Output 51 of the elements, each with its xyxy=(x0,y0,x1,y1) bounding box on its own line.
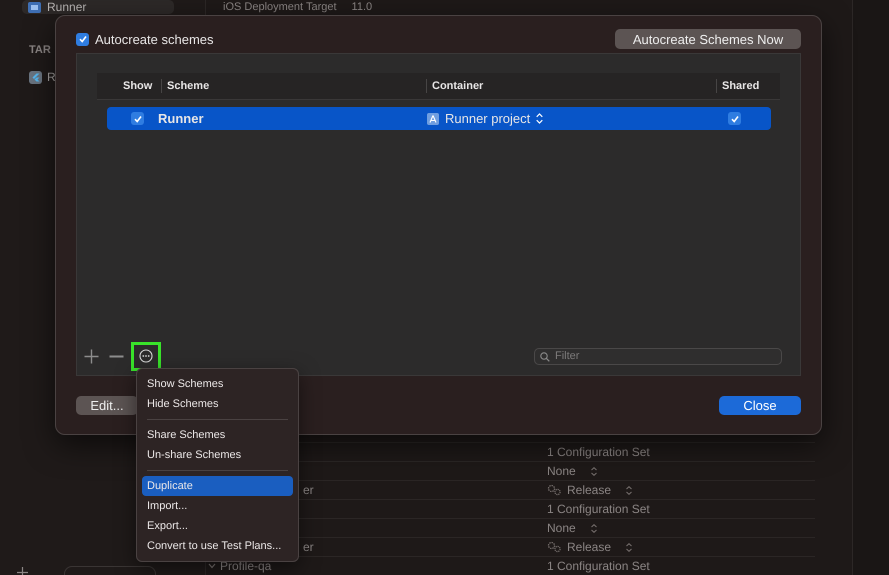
checkbox-label: Autocreate schemes xyxy=(95,32,214,46)
autocreate-now-button[interactable]: Autocreate Schemes Now xyxy=(615,29,801,49)
target-item[interactable]: R xyxy=(47,70,56,84)
value-text: 1 Configuration Set xyxy=(547,445,650,459)
add-icon[interactable] xyxy=(17,566,28,575)
checkbox[interactable] xyxy=(76,32,89,46)
flutter-icon xyxy=(29,70,42,84)
menu-item[interactable]: Hide Schemes xyxy=(142,394,293,414)
updown-icon xyxy=(590,466,597,476)
checkbox[interactable] xyxy=(131,112,144,125)
gears-icon xyxy=(547,484,562,496)
updown-icon xyxy=(536,113,544,124)
menu-item[interactable]: Export... xyxy=(142,516,293,536)
setting-name: iOS Deployment Target xyxy=(223,1,337,13)
column-header[interactable]: Shared xyxy=(716,79,780,93)
updown-icon xyxy=(626,486,632,494)
updown-icon xyxy=(590,524,597,532)
row-label: Profile-qa xyxy=(220,559,272,573)
popup-button[interactable]: None xyxy=(547,521,576,535)
filter-field[interactable]: Filter xyxy=(534,348,782,364)
popup-button[interactable]: Release xyxy=(567,483,612,497)
value-text: 1 Configuration Set xyxy=(547,559,650,573)
column-header[interactable]: Show xyxy=(97,79,161,93)
updown-icon xyxy=(626,542,632,552)
project-item[interactable]: Runner xyxy=(22,0,174,14)
menu-item[interactable]: Convert to use Test Plans... xyxy=(142,536,293,556)
menu-item[interactable]: Show Schemes xyxy=(142,374,293,394)
menu-item[interactable]: Un-share Schemes xyxy=(142,445,293,465)
app-icon xyxy=(28,2,41,12)
column-header[interactable]: Container xyxy=(426,79,716,93)
container-popup[interactable]: Runner project xyxy=(445,111,530,126)
menu-item[interactable]: Share Schemes xyxy=(142,425,293,445)
close-button[interactable]: Close xyxy=(719,396,801,415)
more-icon[interactable] xyxy=(139,349,153,363)
checkbox[interactable] xyxy=(728,112,741,125)
popup-button[interactable]: None xyxy=(547,464,576,478)
scheme-row[interactable]: Runner Runner project xyxy=(107,107,771,130)
add-icon[interactable] xyxy=(84,348,99,364)
section-heading: TAR xyxy=(29,44,52,56)
scheme-name: Runner xyxy=(158,111,204,126)
value-text: 1 Configuration Set xyxy=(547,502,650,516)
popup-button[interactable]: Release xyxy=(567,540,612,554)
edit-button[interactable]: Edit... xyxy=(76,396,138,415)
column-header[interactable]: Scheme xyxy=(161,79,426,93)
gears-icon xyxy=(547,541,562,553)
menu-item[interactable]: Duplicate xyxy=(142,476,293,496)
project-icon xyxy=(427,112,439,124)
row-label: er xyxy=(303,540,314,554)
row-label: er xyxy=(303,483,314,497)
setting-value[interactable]: 11.0 xyxy=(352,1,422,13)
menu-item[interactable]: Import... xyxy=(142,496,293,516)
